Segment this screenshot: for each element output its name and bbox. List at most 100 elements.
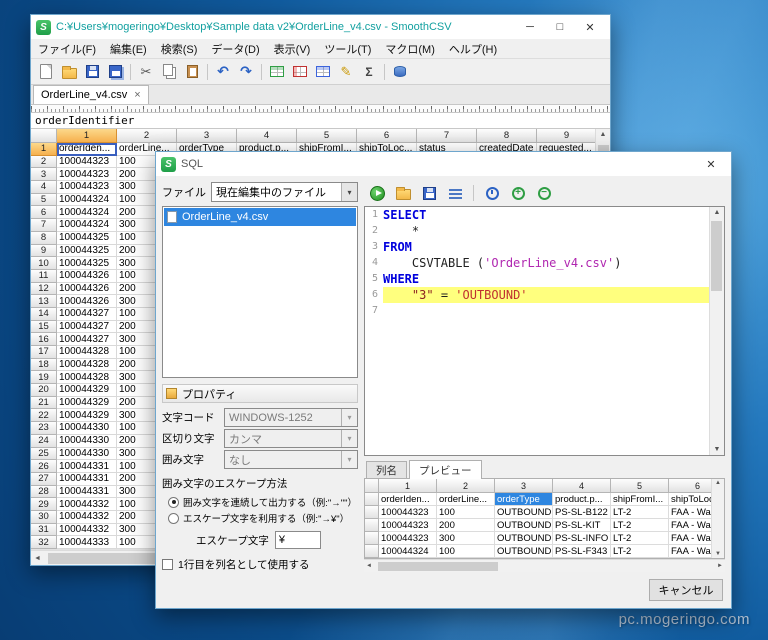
grid-cell[interactable]: 100044324 bbox=[57, 219, 117, 232]
sql-dialog-close-button[interactable]: ✕ bbox=[696, 154, 726, 174]
preview-cell[interactable]: LT-2 bbox=[611, 545, 669, 558]
preview-vertical-scrollbar[interactable]: ▲ ▼ bbox=[711, 479, 724, 558]
grid-cell[interactable]: 100044331 bbox=[57, 472, 117, 486]
grid-cell[interactable]: 100044325 bbox=[57, 231, 117, 245]
grid-cell[interactable]: 100044333 bbox=[57, 536, 117, 549]
checkbox-icon[interactable] bbox=[162, 559, 173, 570]
save-sql-button[interactable] bbox=[418, 182, 440, 204]
grid-cell[interactable]: 100044332 bbox=[57, 498, 117, 511]
row-header[interactable]: 30 bbox=[31, 510, 57, 524]
preview-cell[interactable]: shipFromI... bbox=[611, 493, 669, 506]
grid-cell[interactable]: 100044328 bbox=[57, 371, 117, 385]
menu-item-tools[interactable]: ツール(T) bbox=[317, 41, 378, 57]
sql-editor-line[interactable]: 4 CSVTABLE ('OrderLine_v4.csv') bbox=[365, 255, 709, 271]
column-header[interactable]: 1 bbox=[57, 129, 117, 143]
radio-use-escape-char[interactable]: エスケープ文字を利用する（例:"→¥"） bbox=[168, 511, 358, 525]
column-header[interactable]: 4 bbox=[237, 129, 297, 143]
main-title-bar[interactable]: S C:¥Users¥mogeringo¥Desktop¥Sample data… bbox=[31, 15, 610, 39]
radio-repeat-quote[interactable]: 囲み文字を連続して出力する（例:"→""） bbox=[168, 495, 358, 509]
sql-editor-line[interactable]: 6 "3" = 'OUTBOUND' bbox=[365, 287, 709, 303]
row-header[interactable]: 4 bbox=[31, 181, 57, 194]
result-tab-preview[interactable]: プレビュー bbox=[409, 460, 482, 479]
insert-row-button[interactable] bbox=[266, 61, 288, 83]
grid-cell[interactable]: 100044331 bbox=[57, 460, 117, 473]
copy-button[interactable] bbox=[158, 61, 180, 83]
grid-cell[interactable]: 100044332 bbox=[57, 510, 117, 524]
grid-cell[interactable]: 100044327 bbox=[57, 320, 117, 334]
row-header[interactable]: 18 bbox=[31, 358, 57, 372]
sum-button[interactable]: Σ bbox=[358, 61, 380, 83]
grid-cell[interactable]: 100044325 bbox=[57, 257, 117, 270]
grid-cell[interactable]: 100044331 bbox=[57, 485, 117, 499]
preview-cell[interactable]: 100 bbox=[437, 506, 495, 519]
open-sql-button[interactable] bbox=[392, 182, 414, 204]
preview-cell[interactable]: OUTBOUND bbox=[495, 506, 553, 519]
tab-orderline-csv[interactable]: OrderLine_v4.csv × bbox=[33, 85, 149, 104]
preview-scroll-thumb[interactable] bbox=[378, 562, 498, 571]
preview-horizontal-scrollbar[interactable]: ◄ ► bbox=[364, 559, 725, 572]
row-header[interactable]: 32 bbox=[31, 536, 57, 549]
run-query-button[interactable] bbox=[366, 182, 388, 204]
sql-editor-scroll-thumb[interactable] bbox=[711, 221, 722, 291]
quote-select[interactable]: なし ▾ bbox=[224, 450, 358, 469]
grid-cell[interactable]: 100044326 bbox=[57, 269, 117, 283]
sql-editor-line[interactable]: 2 * bbox=[365, 223, 709, 239]
sql-editor-line[interactable]: 3 FROM bbox=[365, 239, 709, 255]
preview-column-header[interactable]: 5 bbox=[611, 479, 669, 493]
preview-column-header[interactable]: 4 bbox=[553, 479, 611, 493]
preview-cell[interactable]: FAA - Was... bbox=[669, 545, 711, 558]
preview-column-header[interactable]: 6 bbox=[669, 479, 711, 493]
preview-row-header[interactable] bbox=[365, 532, 379, 545]
grid-cell[interactable]: 100044327 bbox=[57, 333, 117, 346]
menu-item-help[interactable]: ヘルプ(H) bbox=[442, 41, 504, 57]
grid-cell[interactable]: 100044330 bbox=[57, 434, 117, 448]
first-row-header-checkbox-row[interactable]: 1行目を列名として使用する bbox=[162, 557, 358, 572]
preview-cell[interactable]: orderIden... bbox=[379, 493, 437, 506]
preview-cell[interactable]: OUTBOUND bbox=[495, 519, 553, 532]
scroll-down-icon[interactable]: ▼ bbox=[714, 446, 721, 453]
preview-cell[interactable]: PS-SL-F343 bbox=[553, 545, 611, 558]
escape-char-input[interactable]: ¥ bbox=[274, 531, 321, 549]
tab-close-icon[interactable]: × bbox=[134, 89, 140, 101]
scroll-left-icon[interactable]: ◄ bbox=[366, 563, 372, 569]
preview-cell[interactable]: PS-SL-INFO bbox=[553, 532, 611, 545]
column-header[interactable]: 8 bbox=[477, 129, 537, 143]
preview-cell[interactable]: 200 bbox=[437, 519, 495, 532]
grid-cell[interactable]: orderIden... bbox=[57, 143, 117, 156]
row-header[interactable]: 15 bbox=[31, 320, 57, 334]
sql-editor-line[interactable]: 1 SELECT bbox=[365, 207, 709, 223]
new-file-button[interactable] bbox=[35, 61, 57, 83]
row-header[interactable]: 14 bbox=[31, 307, 57, 321]
charset-select[interactable]: WINDOWS-1252 ▾ bbox=[224, 408, 358, 427]
row-header[interactable]: 5 bbox=[31, 193, 57, 207]
paste-button[interactable] bbox=[181, 61, 203, 83]
open-file-button[interactable] bbox=[58, 61, 80, 83]
row-header[interactable]: 6 bbox=[31, 206, 57, 220]
grid-cell[interactable]: 100044328 bbox=[57, 346, 117, 359]
file-list-item[interactable]: OrderLine_v4.csv bbox=[164, 208, 356, 226]
menu-item-edit[interactable]: 編集(E) bbox=[103, 41, 154, 57]
grid-cell[interactable]: 100044326 bbox=[57, 282, 117, 296]
column-header[interactable]: 2 bbox=[117, 129, 177, 143]
scroll-right-icon[interactable]: ► bbox=[717, 563, 723, 569]
row-header[interactable]: 7 bbox=[31, 219, 57, 232]
minimize-button[interactable]: ─ bbox=[515, 17, 545, 37]
menu-item-macro[interactable]: マクロ(M) bbox=[378, 41, 442, 57]
preview-column-header[interactable]: 3 bbox=[495, 479, 553, 493]
zoom-in-button[interactable]: + bbox=[507, 182, 529, 204]
grid-cell[interactable]: 100044329 bbox=[57, 409, 117, 423]
row-header[interactable]: 2 bbox=[31, 155, 57, 169]
row-header[interactable]: 27 bbox=[31, 472, 57, 486]
preview-row-header[interactable] bbox=[365, 545, 379, 558]
format-sql-button[interactable] bbox=[444, 182, 466, 204]
row-header[interactable]: 29 bbox=[31, 498, 57, 511]
preview-cell[interactable]: orderType bbox=[495, 493, 553, 506]
column-header[interactable]: 7 bbox=[417, 129, 477, 143]
preview-cell[interactable]: FAA - Was... bbox=[669, 532, 711, 545]
maximize-button[interactable]: □ bbox=[545, 17, 575, 37]
row-header[interactable]: 25 bbox=[31, 447, 57, 461]
column-header[interactable]: 9 bbox=[537, 129, 595, 143]
close-button[interactable]: ✕ bbox=[575, 17, 605, 37]
row-header[interactable]: 21 bbox=[31, 396, 57, 410]
menu-item-view[interactable]: 表示(V) bbox=[267, 41, 318, 57]
